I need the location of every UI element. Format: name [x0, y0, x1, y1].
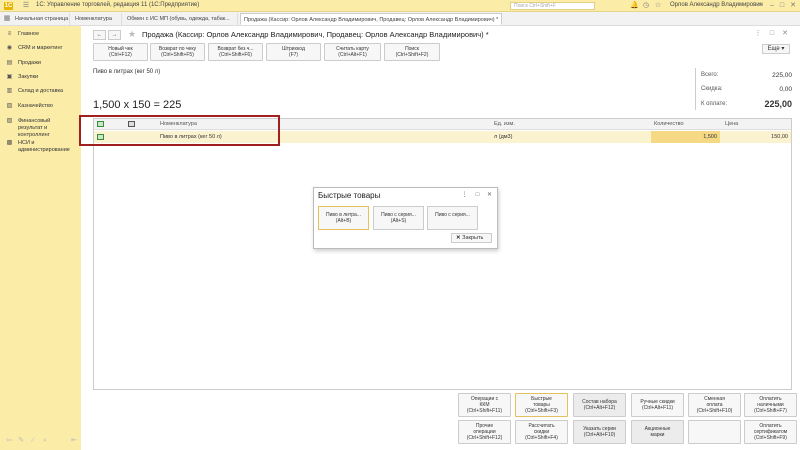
forward-button[interactable]: →: [108, 30, 121, 40]
discount-label: Скидка:: [701, 86, 723, 92]
cell-price[interactable]: 150,00: [722, 131, 788, 143]
tab-exchange[interactable]: Обмен с ИС МП (обувь, одежда, табак...: [124, 13, 238, 25]
app-title: 1С: Управление торговлей, редакция 11 (1…: [36, 2, 200, 8]
popup-close-button[interactable]: ✕ Закрыть: [451, 233, 492, 243]
history-icon[interactable]: ◷: [642, 2, 650, 10]
search-button[interactable]: Поиск (Ctrl+Shift+F2): [384, 43, 440, 61]
close-document-icon[interactable]: ✕: [781, 30, 789, 38]
global-search-input[interactable]: Поиск Ctrl+Shift+F: [510, 2, 595, 10]
total-value: 225,00: [772, 72, 792, 79]
sidebar-item-sales[interactable]: Продажи: [0, 60, 81, 67]
quick-goods-button[interactable]: Быстрые товары (Ctrl+Shift+F3): [515, 393, 568, 417]
new-receipt-button[interactable]: Новый чек (Ctrl+F12): [93, 43, 148, 61]
favorites-star-icon[interactable]: ☆: [654, 2, 662, 10]
cell-unit[interactable]: л (дм3): [494, 131, 512, 143]
quick-item-beer-series-2[interactable]: Пиво с серия...: [427, 206, 478, 230]
pay-cash-button[interactable]: Оплатить наличными (Ctrl+Shift+F7): [744, 393, 797, 417]
to-pay-label: К оплате:: [701, 101, 728, 107]
manual-discounts-button[interactable]: Ручные скидки (Ctrl+Alt+F11): [631, 393, 684, 417]
total-label: Всего:: [701, 72, 719, 78]
kkm-operations-button[interactable]: Операции с ККМ (Ctrl+Shift+F11): [458, 393, 511, 417]
sidebar-item-finance[interactable]: Финансовый результат и контроллинг: [0, 118, 74, 139]
column-header-qty[interactable]: Количество: [654, 119, 684, 130]
column-header-price[interactable]: Цена: [725, 119, 738, 130]
sidebar-item-admin[interactable]: НСИ и администрирование: [0, 140, 74, 154]
mixed-payment-button[interactable]: Сменная оплата (Ctrl+Shift+F10): [688, 393, 741, 417]
more-button[interactable]: Еще ▾: [762, 44, 790, 54]
menu-icon[interactable]: ☰: [22, 2, 30, 10]
tab-home[interactable]: Начальная страница: [12, 13, 70, 25]
minimize-icon[interactable]: –: [768, 2, 776, 10]
sidebar-item-crm[interactable]: CRM и маркетинг: [0, 45, 81, 52]
read-card-button[interactable]: Считать карту (Ctrl+Alt+F1): [324, 43, 381, 61]
annotation-highlight-box: [79, 115, 280, 146]
home-grid-icon[interactable]: ▦: [3, 15, 11, 23]
other-operations-button[interactable]: Прочие операции (Ctrl+Shift+F12): [458, 420, 511, 444]
empty-action-button[interactable]: [688, 420, 741, 444]
kit-composition-button[interactable]: Состав набора (Ctrl+Alt+F12): [573, 393, 626, 417]
cell-qty[interactable]: 1,500: [651, 131, 717, 143]
edit-icon[interactable]: ✎: [17, 437, 25, 445]
sidebar-item-warehouse[interactable]: Склад и доставка: [0, 88, 81, 95]
collapse-sidebar-icon[interactable]: ⇤: [70, 437, 78, 445]
pay-certificate-button[interactable]: Оплатить сертификатом (Ctrl+Shift+F9): [744, 420, 797, 444]
close-window-icon[interactable]: ✕: [789, 2, 797, 10]
close-x-icon: ✕: [456, 235, 461, 241]
current-user[interactable]: Орлов Александр Владимирович: [670, 2, 763, 8]
column-header-unit[interactable]: Ед. изм.: [494, 119, 515, 130]
more-actions-icon[interactable]: ⋮: [754, 30, 762, 38]
return-by-receipt-button[interactable]: Возврат по чеку (Ctrl+Shift+F5): [150, 43, 205, 61]
current-product-label: Пиво в литрах (кег 50 л): [93, 69, 161, 75]
link-icon[interactable]: ∕: [29, 437, 37, 445]
excise-stamps-button[interactable]: Акционные марки: [631, 420, 684, 444]
totals-divider: [695, 68, 696, 110]
tab-nomenclature[interactable]: Номенклатура: [72, 13, 122, 25]
popup-title: Быстрые товары: [318, 191, 381, 200]
favorite-star-icon[interactable]: ★: [128, 29, 136, 40]
sidebar-item-main[interactable]: Главное: [0, 31, 81, 38]
popup-restore-icon[interactable]: □: [474, 192, 481, 199]
search-icon[interactable]: ⌕: [41, 437, 49, 445]
sidebar-item-treasury[interactable]: Казначейство: [0, 103, 81, 110]
sidebar-item-purchases[interactable]: Закупки: [0, 74, 81, 81]
discount-value: 0,00: [779, 86, 792, 93]
barcode-button[interactable]: Штрихкод (F7): [266, 43, 321, 61]
calculation-display: 1,500 x 150 = 225: [93, 99, 182, 111]
back-arrow-icon[interactable]: ⇦: [5, 437, 13, 445]
quick-item-beer-series-1[interactable]: Пиво с серия... (Alt+S): [373, 206, 424, 230]
maximize-icon[interactable]: □: [778, 2, 786, 10]
popup-close-icon[interactable]: ✕: [486, 192, 493, 199]
back-button[interactable]: ←: [93, 30, 106, 40]
app-logo: 1С: [4, 2, 13, 10]
specify-series-button[interactable]: Указать серии (Ctrl+Alt+F10): [573, 420, 626, 444]
return-without-receipt-button[interactable]: Возврат без ч... (Ctrl+Shift+F6): [208, 43, 263, 61]
notification-bell-icon[interactable]: 🔔: [630, 2, 639, 10]
page-title: Продажа (Кассир: Орлов Александр Владими…: [142, 30, 489, 39]
calculate-discounts-button[interactable]: Рассчитать скидки (Ctrl+Shift+F4): [515, 420, 568, 444]
window-restore-icon[interactable]: □: [768, 30, 776, 38]
to-pay-value: 225,00: [764, 99, 792, 109]
quick-item-beer-liters[interactable]: Пиво в литра... (Alt+B): [318, 206, 369, 230]
goods-table[interactable]: [93, 118, 792, 390]
popup-more-icon[interactable]: ⋮: [461, 192, 468, 199]
tab-sale[interactable]: Продажа (Кассир: Орлов Александр Владими…: [240, 13, 502, 25]
settings-icon[interactable]: ≡: [756, 2, 764, 10]
